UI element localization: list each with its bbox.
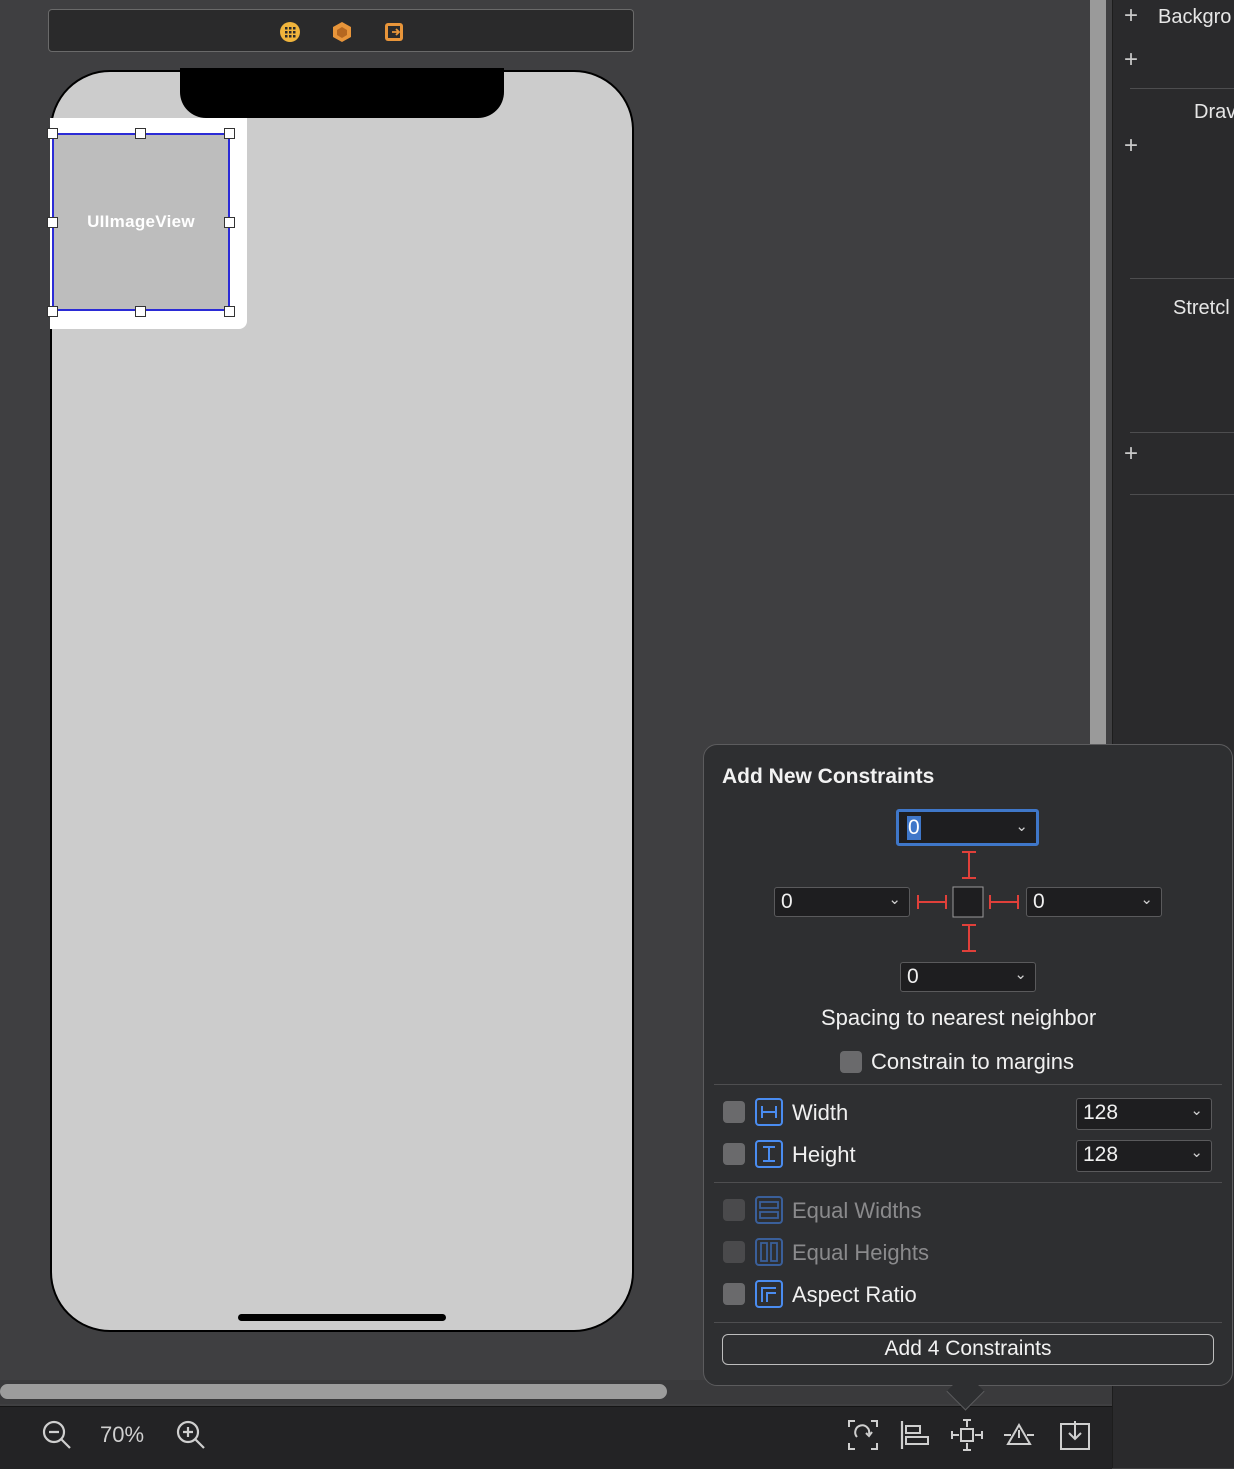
aspect-ratio-label: Aspect Ratio <box>792 1282 917 1307</box>
horizontal-scrollbar[interactable] <box>0 1384 667 1399</box>
height-label: Height <box>792 1142 856 1167</box>
top-spacing-value: 0 <box>907 816 921 840</box>
first-responder-icon[interactable] <box>331 21 353 43</box>
leading-constraint-beam <box>917 895 947 909</box>
canvas-bottom-bar <box>0 1406 1112 1469</box>
width-constraint-icon <box>755 1098 783 1126</box>
width-value: 128 <box>1083 1101 1119 1124</box>
top-spacing-field[interactable]: 0 ⌄ <box>896 809 1039 846</box>
add-variation-icon[interactable]: + <box>1124 4 1138 28</box>
height-value: 128 <box>1083 1143 1119 1166</box>
bottom-constraint-beam <box>962 924 976 952</box>
height-field[interactable]: 128 ⌄ <box>1076 1140 1212 1172</box>
equal-heights-label: Equal Heights <box>792 1240 929 1265</box>
trailing-spacing-field[interactable]: 0 ⌄ <box>1026 887 1162 917</box>
add-new-constraints-icon[interactable] <box>950 1418 984 1452</box>
embed-in-icon[interactable] <box>1058 1418 1092 1452</box>
inspector-drawing-label: Drav <box>1194 101 1234 123</box>
add-variation-icon[interactable]: + <box>1124 48 1138 72</box>
bottom-spacing-field[interactable]: 0 ⌄ <box>900 962 1036 992</box>
chevron-down-icon[interactable]: ⌄ <box>1190 1101 1203 1119</box>
chevron-down-icon[interactable]: ⌄ <box>888 890 901 908</box>
inspector-divider <box>1130 494 1234 495</box>
popover-divider <box>714 1182 1222 1183</box>
trailing-spacing-value: 0 <box>1033 890 1045 913</box>
inspector-stretching-label: Stretcl <box>1173 297 1230 319</box>
chevron-down-icon[interactable]: ⌄ <box>1014 965 1027 983</box>
resize-handle-bottom-right[interactable] <box>224 306 235 317</box>
constraint-diagram <box>917 851 1019 952</box>
leading-spacing-value: 0 <box>781 890 793 913</box>
exit-icon[interactable] <box>383 21 405 43</box>
inspector-divider <box>1130 432 1234 433</box>
resize-handle-right[interactable] <box>224 217 235 228</box>
popover-title: Add New Constraints <box>722 765 935 788</box>
equal-widths-label: Equal Widths <box>792 1198 922 1223</box>
resolve-autolayout-issues-icon[interactable] <box>1002 1418 1036 1452</box>
inspector-background-label: Backgro <box>1158 6 1232 28</box>
zoom-out-icon[interactable] <box>40 1418 74 1452</box>
resize-handle-bottom-left[interactable] <box>47 306 58 317</box>
scene-dock <box>48 9 634 52</box>
zoom-in-icon[interactable] <box>174 1418 208 1452</box>
width-field[interactable]: 128 ⌄ <box>1076 1098 1212 1130</box>
resize-handle-bottom[interactable] <box>135 306 146 317</box>
aspect-ratio-icon <box>755 1280 783 1308</box>
equal-widths-icon <box>755 1196 783 1224</box>
constrain-margins-label: Constrain to margins <box>871 1049 1074 1074</box>
resize-handle-top-right[interactable] <box>224 128 235 139</box>
popover-divider <box>714 1084 1222 1085</box>
width-checkbox[interactable] <box>723 1101 745 1123</box>
equal-widths-checkbox[interactable] <box>723 1199 745 1221</box>
device-notch <box>180 68 504 118</box>
top-constraint-beam <box>962 851 976 879</box>
bottom-spacing-value: 0 <box>907 965 919 988</box>
equal-heights-icon <box>755 1238 783 1266</box>
chevron-down-icon[interactable]: ⌄ <box>1140 890 1153 908</box>
image-view-label: UIImageView <box>87 212 195 231</box>
resize-handle-top[interactable] <box>135 128 146 139</box>
vertical-scrollbar[interactable] <box>1090 0 1106 745</box>
add-variation-icon[interactable]: + <box>1124 442 1138 466</box>
update-frames-icon[interactable] <box>846 1418 880 1452</box>
constrain-margins-checkbox[interactable] <box>840 1051 862 1073</box>
inspector-divider <box>1130 88 1234 89</box>
chevron-down-icon[interactable]: ⌄ <box>1015 817 1028 835</box>
add-constraints-button[interactable]: Add 4 Constraints <box>722 1334 1214 1365</box>
trailing-constraint-beam <box>989 895 1019 909</box>
spacing-caption: Spacing to nearest neighbor <box>821 1005 1097 1030</box>
height-checkbox[interactable] <box>723 1143 745 1165</box>
resize-handle-top-left[interactable] <box>47 128 58 139</box>
leading-spacing-field[interactable]: 0 ⌄ <box>774 887 910 917</box>
align-icon[interactable] <box>898 1418 932 1452</box>
constraint-center-box <box>952 886 984 918</box>
chevron-down-icon[interactable]: ⌄ <box>1190 1143 1203 1161</box>
view-controller-icon[interactable] <box>279 21 301 43</box>
home-indicator <box>238 1314 446 1321</box>
inspector-divider <box>1130 278 1234 279</box>
zoom-level[interactable]: 70% <box>100 1422 144 1448</box>
popover-divider <box>714 1322 1222 1323</box>
add-variation-icon[interactable]: + <box>1124 134 1138 158</box>
width-label: Width <box>792 1100 849 1125</box>
aspect-ratio-checkbox[interactable] <box>723 1283 745 1305</box>
height-constraint-icon <box>755 1140 783 1168</box>
equal-heights-checkbox[interactable] <box>723 1241 745 1263</box>
resize-handle-left[interactable] <box>47 217 58 228</box>
